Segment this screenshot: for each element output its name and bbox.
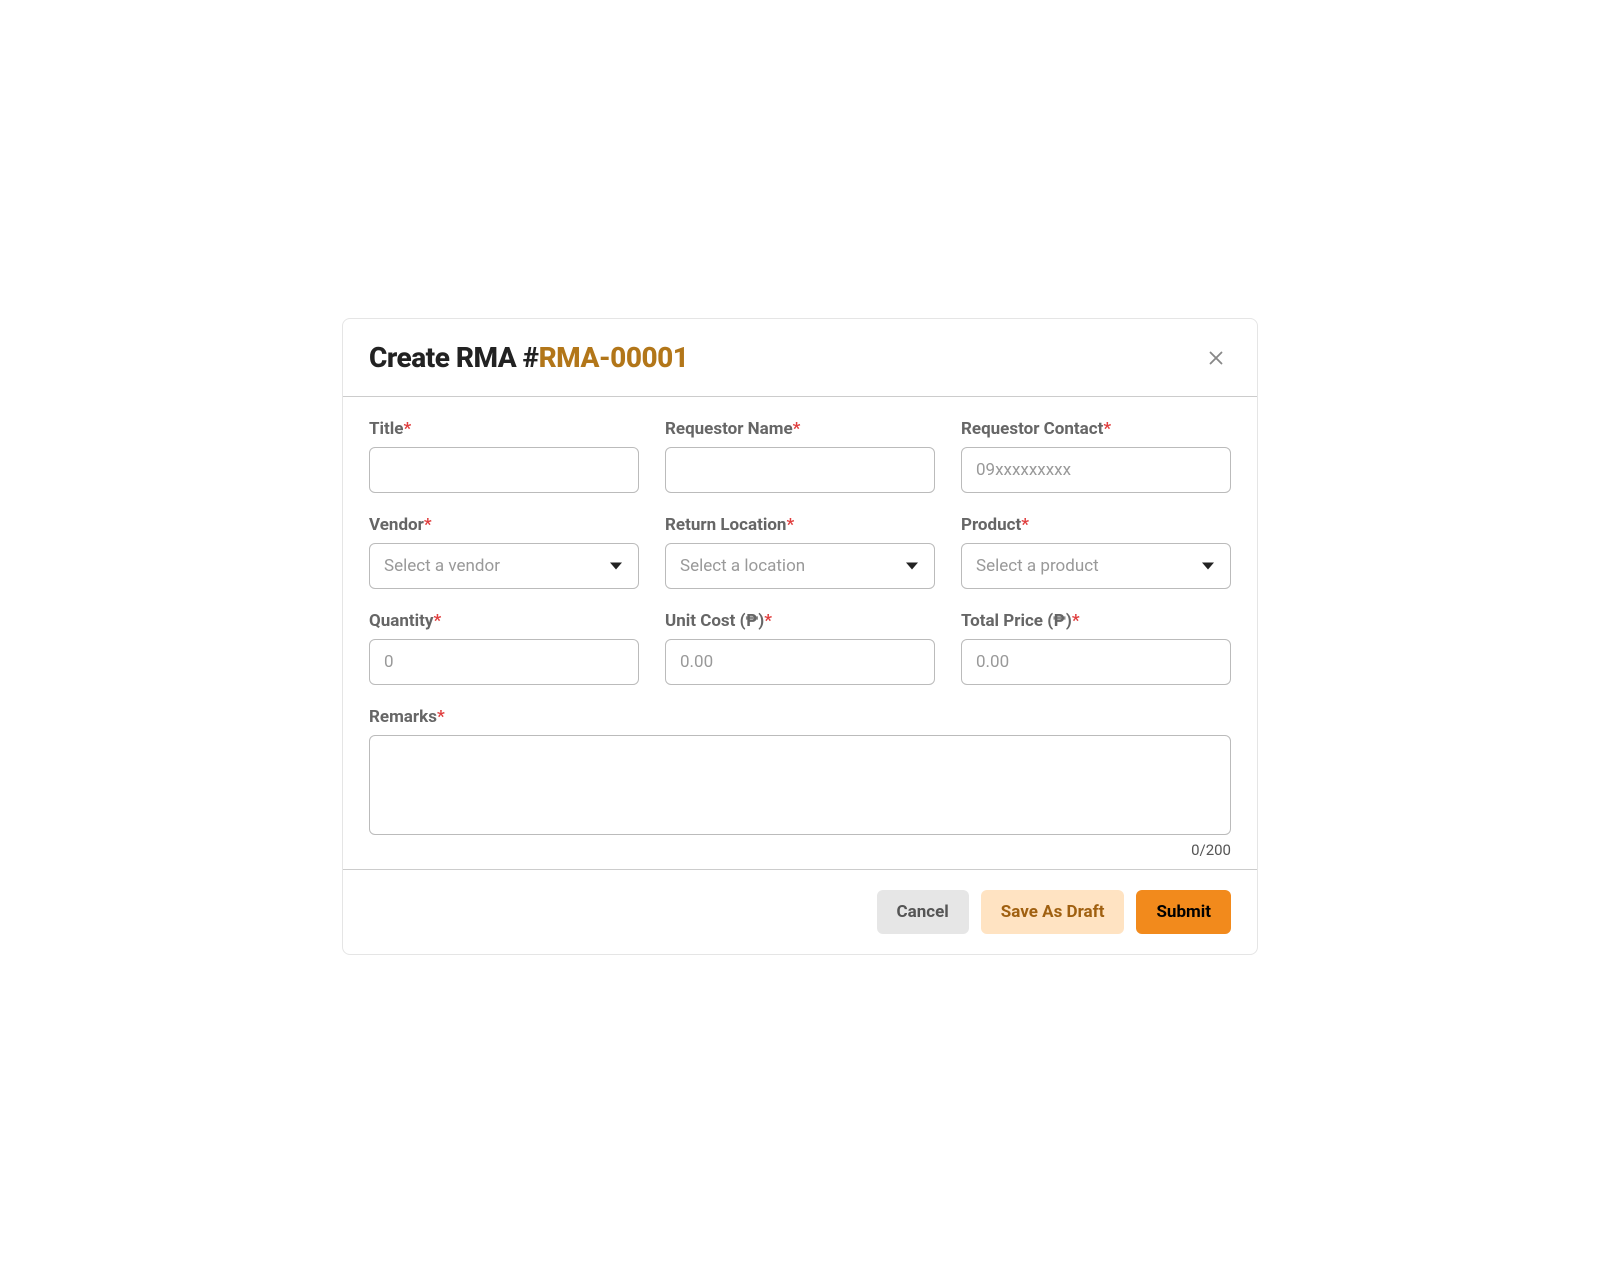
requestor-name-label: Requestor Name* xyxy=(665,419,935,439)
required-mark: * xyxy=(1103,419,1111,439)
requestor-contact-input[interactable] xyxy=(961,447,1231,493)
chevron-down-icon xyxy=(906,563,918,570)
field-unit-cost: Unit Cost (₱)* xyxy=(665,611,935,685)
requestor-name-input[interactable] xyxy=(665,447,935,493)
save-draft-button[interactable]: Save As Draft xyxy=(981,890,1125,934)
modal-header: Create RMA #RMA-00001 xyxy=(343,319,1257,397)
submit-button[interactable]: Submit xyxy=(1136,890,1231,934)
title-prefix: Create RMA # xyxy=(369,341,539,374)
modal-title: Create RMA #RMA-00001 xyxy=(369,341,688,374)
field-product: Product* Select a product xyxy=(961,515,1231,589)
quantity-label: Quantity* xyxy=(369,611,639,631)
close-icon xyxy=(1205,347,1227,369)
vendor-select[interactable]: Select a vendor xyxy=(369,543,639,589)
create-rma-modal: Create RMA #RMA-00001 Title* Requestor N… xyxy=(342,318,1258,955)
chevron-down-icon xyxy=(610,563,622,570)
quantity-input[interactable] xyxy=(369,639,639,685)
chevron-down-icon xyxy=(1202,563,1214,570)
modal-footer: Cancel Save As Draft Submit xyxy=(343,869,1257,954)
field-title: Title* xyxy=(369,419,639,493)
return-location-select-placeholder: Select a location xyxy=(680,556,805,576)
total-price-input[interactable] xyxy=(961,639,1231,685)
rma-number: RMA-00001 xyxy=(539,341,689,374)
close-button[interactable] xyxy=(1201,343,1231,373)
field-vendor: Vendor* Select a vendor xyxy=(369,515,639,589)
field-requestor-name: Requestor Name* xyxy=(665,419,935,493)
required-mark: * xyxy=(764,611,772,631)
required-mark: * xyxy=(433,611,441,631)
required-mark: * xyxy=(437,707,445,727)
required-mark: * xyxy=(1072,611,1080,631)
total-price-label: Total Price (₱)* xyxy=(961,611,1231,631)
product-select-placeholder: Select a product xyxy=(976,556,1099,576)
required-mark: * xyxy=(786,515,794,535)
unit-cost-input[interactable] xyxy=(665,639,935,685)
remarks-label: Remarks* xyxy=(369,707,1231,727)
title-label: Title* xyxy=(369,419,639,439)
required-mark: * xyxy=(1021,515,1029,535)
modal-body: Title* Requestor Name* Requestor Contact… xyxy=(343,397,1257,869)
required-mark: * xyxy=(424,515,432,535)
field-quantity: Quantity* xyxy=(369,611,639,685)
field-requestor-contact: Requestor Contact* xyxy=(961,419,1231,493)
vendor-label: Vendor* xyxy=(369,515,639,535)
product-select[interactable]: Select a product xyxy=(961,543,1231,589)
remarks-textarea[interactable] xyxy=(369,735,1231,835)
char-counter: 0/200 xyxy=(369,841,1231,859)
required-mark: * xyxy=(403,419,411,439)
required-mark: * xyxy=(793,419,801,439)
field-return-location: Return Location* Select a location xyxy=(665,515,935,589)
cancel-button[interactable]: Cancel xyxy=(877,890,969,934)
return-location-label: Return Location* xyxy=(665,515,935,535)
field-remarks: Remarks* 0/200 xyxy=(369,707,1231,859)
unit-cost-label: Unit Cost (₱)* xyxy=(665,611,935,631)
title-input[interactable] xyxy=(369,447,639,493)
field-total-price: Total Price (₱)* xyxy=(961,611,1231,685)
form-grid: Title* Requestor Name* Requestor Contact… xyxy=(369,419,1231,859)
requestor-contact-label: Requestor Contact* xyxy=(961,419,1231,439)
vendor-select-placeholder: Select a vendor xyxy=(384,556,500,576)
return-location-select[interactable]: Select a location xyxy=(665,543,935,589)
product-label: Product* xyxy=(961,515,1231,535)
